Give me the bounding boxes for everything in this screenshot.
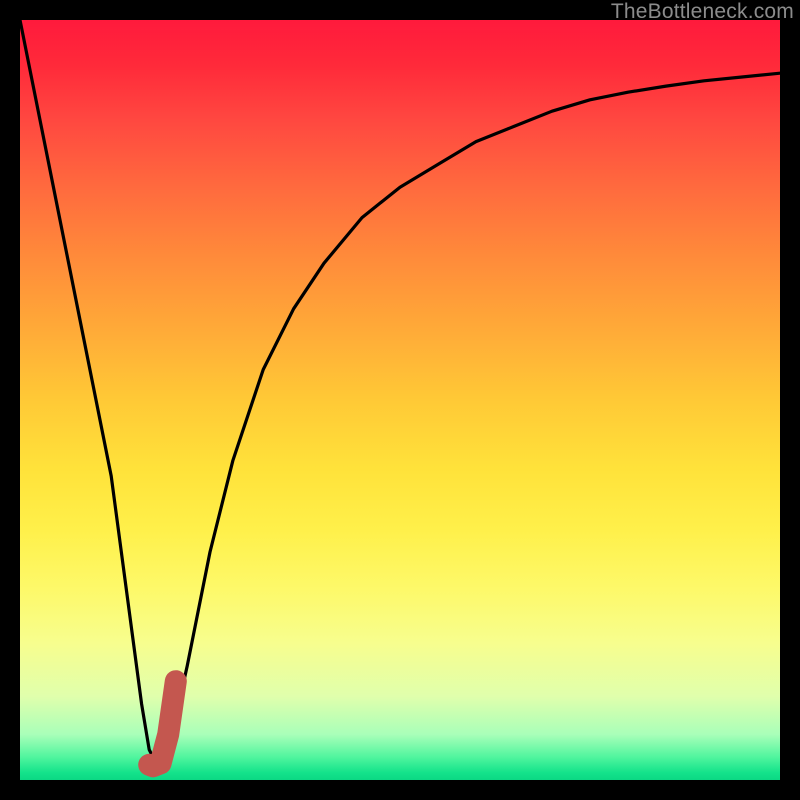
- plot-area: [20, 20, 780, 780]
- curve-layer: [20, 20, 780, 780]
- bottleneck-curve: [20, 20, 780, 765]
- curve-highlight: [149, 681, 176, 766]
- chart-container: TheBottleneck.com: [0, 0, 800, 800]
